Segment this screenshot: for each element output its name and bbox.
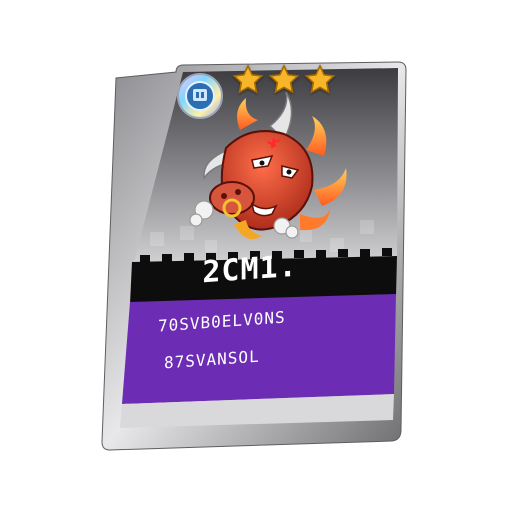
card-viewer: 2CM1. 70SVB0ELV0NS 87SVANSOL	[0, 0, 512, 512]
badge-icon	[177, 73, 223, 119]
star-icon	[268, 64, 300, 96]
rarity-stars	[232, 64, 336, 104]
star-icon	[304, 64, 336, 96]
star-icon	[232, 64, 264, 96]
